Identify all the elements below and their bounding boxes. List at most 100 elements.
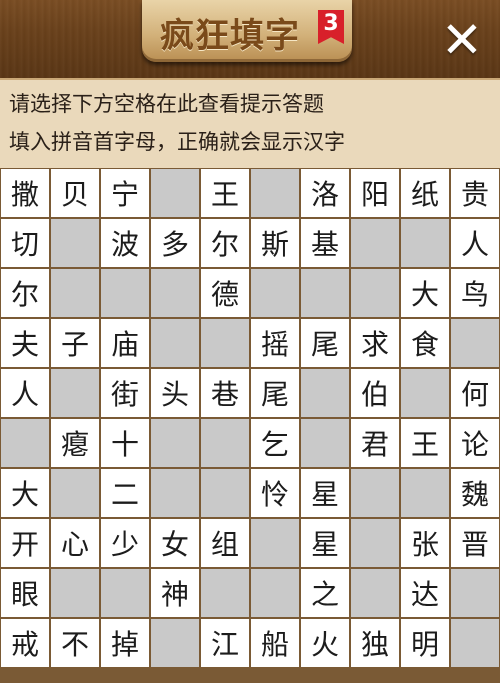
grid-cell-filled[interactable]: 斯 <box>250 218 300 268</box>
grid-cell-blocked <box>150 268 200 318</box>
grid-cell-filled[interactable]: 论 <box>450 418 500 468</box>
grid-cell-blocked <box>150 618 200 668</box>
header-bar: 疯狂填字 3 ✕ <box>0 0 500 78</box>
grid-cell-filled[interactable]: 达 <box>400 568 450 618</box>
grid-cell-filled[interactable]: 庙 <box>100 318 150 368</box>
grid-cell-blocked <box>350 268 400 318</box>
grid-cell-filled[interactable]: 尔 <box>200 218 250 268</box>
grid-cell-blocked <box>250 268 300 318</box>
grid-cell-filled[interactable]: 组 <box>200 518 250 568</box>
grid-cell-filled[interactable]: 何 <box>450 368 500 418</box>
grid-cell-filled[interactable]: 开 <box>0 518 50 568</box>
grid-cell-blocked <box>200 318 250 368</box>
grid-cell-filled[interactable]: 伯 <box>350 368 400 418</box>
grid-cell-blocked <box>350 468 400 518</box>
grid-cell-blocked <box>50 268 100 318</box>
hint-text-select: 请选择下方空格在此查看提示答题 <box>9 92 324 116</box>
grid-cell-filled[interactable]: 巷 <box>200 368 250 418</box>
grid-cell-filled[interactable]: 夫 <box>0 318 50 368</box>
grid-cell-blocked <box>100 268 150 318</box>
grid-cell-filled[interactable]: 大 <box>0 468 50 518</box>
grid-cell-filled[interactable]: 贝 <box>50 168 100 218</box>
grid-cell-filled[interactable]: 人 <box>450 218 500 268</box>
grid-cell-filled[interactable]: 二 <box>100 468 150 518</box>
grid-cell-blocked <box>150 168 200 218</box>
grid-cell-filled[interactable]: 瘪 <box>50 418 100 468</box>
grid-cell-filled[interactable]: 不 <box>50 618 100 668</box>
grid-cell-filled[interactable]: 摇 <box>250 318 300 368</box>
grid-cell-filled[interactable]: 贵 <box>450 168 500 218</box>
grid-cell-blocked <box>350 518 400 568</box>
grid-cell-filled[interactable]: 少 <box>100 518 150 568</box>
grid-cell-blocked <box>50 568 100 618</box>
grid-cell-filled[interactable]: 食 <box>400 318 450 368</box>
grid-cell-filled[interactable]: 尔 <box>0 268 50 318</box>
grid-cell-filled[interactable]: 掉 <box>100 618 150 668</box>
grid-cell-filled[interactable]: 切 <box>0 218 50 268</box>
grid-cell-blocked <box>200 568 250 618</box>
grid-cell-filled[interactable]: 基 <box>300 218 350 268</box>
grid-cell-filled[interactable]: 大 <box>400 268 450 318</box>
grid-cell-blocked <box>350 218 400 268</box>
grid-cell-blocked <box>0 418 50 468</box>
grid-cell-filled[interactable]: 神 <box>150 568 200 618</box>
grid-cell-filled[interactable]: 波 <box>100 218 150 268</box>
grid-cell-blocked <box>300 418 350 468</box>
grid-cell-filled[interactable]: 撒 <box>0 168 50 218</box>
grid-cell-filled[interactable]: 德 <box>200 268 250 318</box>
hint-text-pinyin: 填入拼音首字母，正确就会显示汉字 <box>9 130 345 154</box>
close-icon[interactable]: ✕ <box>436 14 488 66</box>
grid-cell-filled[interactable]: 江 <box>200 618 250 668</box>
grid-cell-blocked <box>200 418 250 468</box>
grid-cell-filled[interactable]: 鸟 <box>450 268 500 318</box>
grid-cell-filled[interactable]: 尾 <box>250 368 300 418</box>
grid-cell-blocked <box>150 468 200 518</box>
grid-cell-filled[interactable]: 多 <box>150 218 200 268</box>
grid-cell-filled[interactable]: 头 <box>150 368 200 418</box>
grid-cell-filled[interactable]: 求 <box>350 318 400 368</box>
grid-cell-filled[interactable]: 明 <box>400 618 450 668</box>
grid-cell-blocked <box>250 568 300 618</box>
grid-cell-blocked <box>450 568 500 618</box>
grid-cell-filled[interactable]: 宁 <box>100 168 150 218</box>
grid-cell-filled[interactable]: 王 <box>200 168 250 218</box>
grid-cell-blocked <box>100 568 150 618</box>
grid-cell-filled[interactable]: 船 <box>250 618 300 668</box>
grid-cell-filled[interactable]: 星 <box>300 518 350 568</box>
grid-cell-blocked <box>50 218 100 268</box>
grid-cell-filled[interactable]: 街 <box>100 368 150 418</box>
grid-cell-filled[interactable]: 晋 <box>450 518 500 568</box>
grid-cell-filled[interactable]: 阳 <box>350 168 400 218</box>
grid-cell-blocked <box>300 268 350 318</box>
grid-cell-filled[interactable]: 独 <box>350 618 400 668</box>
grid-cell-filled[interactable]: 乞 <box>250 418 300 468</box>
hint-panel: 请选择下方空格在此查看提示答题 填入拼音首字母，正确就会显示汉字 <box>0 78 500 172</box>
grid-cell-filled[interactable]: 洛 <box>300 168 350 218</box>
grid-cell-filled[interactable]: 女 <box>150 518 200 568</box>
grid-cell-blocked <box>400 468 450 518</box>
grid-cell-filled[interactable]: 子 <box>50 318 100 368</box>
grid-cell-blocked <box>50 468 100 518</box>
grid-cell-blocked <box>150 418 200 468</box>
grid-cell-filled[interactable]: 心 <box>50 518 100 568</box>
crossword-grid: 撒贝宁王洛阳纸贵切波多尔斯基人尔德大鸟夫子庙摇尾求食人街头巷尾伯何瘪十乞君王论大… <box>0 168 500 683</box>
grid-cell-filled[interactable]: 怜 <box>250 468 300 518</box>
grid-cell-filled[interactable]: 星 <box>300 468 350 518</box>
grid-cell-filled[interactable]: 纸 <box>400 168 450 218</box>
grid-cell-blocked <box>450 618 500 668</box>
grid-cell-filled[interactable]: 戒 <box>0 618 50 668</box>
grid-cell-filled[interactable]: 人 <box>0 368 50 418</box>
grid-cell-filled[interactable]: 张 <box>400 518 450 568</box>
grid-cell-filled[interactable]: 魏 <box>450 468 500 518</box>
grid-cell-filled[interactable]: 眼 <box>0 568 50 618</box>
grid-cell-blocked <box>400 368 450 418</box>
game-title: 疯狂填字 <box>160 16 300 56</box>
grid-cell-filled[interactable]: 王 <box>400 418 450 468</box>
grid-cell-filled[interactable]: 尾 <box>300 318 350 368</box>
grid-cell-blocked <box>250 168 300 218</box>
game-screen: 疯狂填字 3 ✕ 请选择下方空格在此查看提示答题 填入拼音首字母，正确就会显示汉… <box>0 0 500 683</box>
grid-cell-filled[interactable]: 十 <box>100 418 150 468</box>
grid-cell-filled[interactable]: 之 <box>300 568 350 618</box>
grid-cell-filled[interactable]: 火 <box>300 618 350 668</box>
grid-cell-filled[interactable]: 君 <box>350 418 400 468</box>
